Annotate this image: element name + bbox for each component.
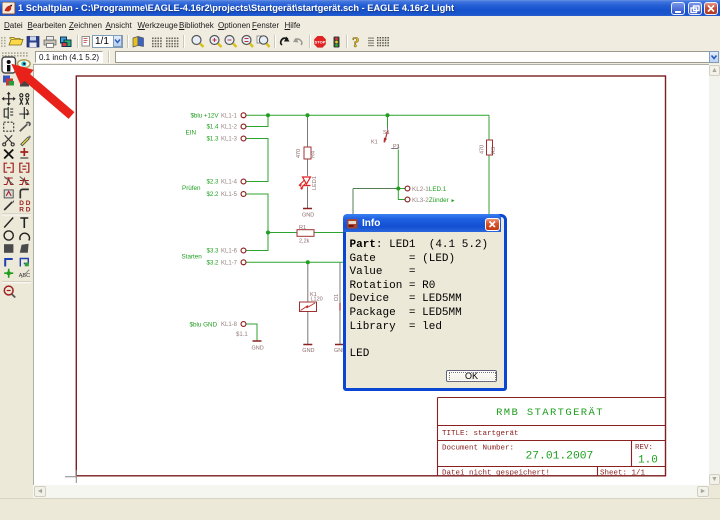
svg-text:$2.2: $2.2: [206, 191, 219, 198]
svg-text:GND: GND: [302, 213, 314, 219]
svg-text:2,2k: 2,2k: [299, 239, 310, 245]
svg-text:KL1-3: KL1-3: [221, 137, 238, 143]
svg-text:TITLE: startgerät: TITLE: startgerät: [442, 430, 519, 438]
svg-text:R D: R D: [19, 207, 31, 214]
svg-text:KL1-2: KL1-2: [221, 125, 238, 131]
svg-text:KL1-6: KL1-6: [221, 249, 238, 255]
svg-text:Datei nicht gespeichert!: Datei nicht gespeichert!: [442, 470, 550, 478]
svg-text:$1.4: $1.4: [206, 124, 219, 131]
svg-text:27.01.2007: 27.01.2007: [526, 451, 594, 463]
svg-text:KL1-1: KL1-1: [221, 114, 238, 120]
svg-text:KL3-2Zünder ►: KL3-2Zünder ►: [412, 197, 455, 204]
svg-text:$3.2: $3.2: [206, 260, 219, 267]
svg-text:GND: GND: [252, 346, 264, 352]
svg-text:$1.3: $1.3: [206, 136, 219, 143]
svg-text:KL1-4: KL1-4: [221, 180, 238, 186]
svg-text:Prüfen: Prüfen: [182, 185, 201, 192]
svg-text:$blu GND: $blu GND: [190, 322, 218, 329]
svg-text:R4: R4: [311, 151, 317, 158]
svg-text:K1: K1: [371, 140, 378, 146]
svg-text:REV:: REV:: [635, 444, 653, 452]
svg-text:KL2-1LED.1: KL2-1LED.1: [412, 186, 447, 193]
svg-text:KL1-7: KL1-7: [221, 261, 238, 267]
svg-text:$3.3: $3.3: [206, 248, 219, 255]
svg-text:$2.3: $2.3: [206, 179, 219, 186]
svg-text:GND: GND: [302, 348, 314, 354]
svg-text:P1: P1: [393, 144, 400, 150]
svg-text:KL1-8: KL1-8: [221, 322, 238, 328]
svg-text:Sheet: 1/1: Sheet: 1/1: [600, 470, 646, 478]
svg-text:1.0: 1.0: [638, 455, 658, 467]
svg-text:Starten: Starten: [182, 254, 203, 261]
svg-text:LED1: LED1: [312, 176, 318, 190]
svg-text:R3: R3: [491, 147, 497, 154]
svg-text:R1: R1: [299, 225, 306, 231]
svg-text:S1: S1: [383, 130, 390, 136]
svg-text:Document Number:: Document Number:: [442, 445, 514, 453]
svg-text:RMB STARTGERÄT: RMB STARTGERÄT: [496, 406, 604, 419]
svg-text:D1: D1: [334, 294, 340, 301]
svg-text:470: 470: [480, 145, 486, 154]
svg-text:$blu +12V: $blu +12V: [190, 113, 219, 120]
svg-text:STOP: STOP: [315, 40, 326, 45]
svg-text:KL1-5: KL1-5: [221, 192, 238, 198]
svg-text:?: ?: [352, 35, 360, 50]
svg-text:L120: L120: [311, 296, 323, 302]
svg-text:470: 470: [296, 149, 302, 158]
svg-text:EIN: EIN: [186, 130, 197, 137]
svg-text:$1.1: $1.1: [236, 332, 248, 338]
